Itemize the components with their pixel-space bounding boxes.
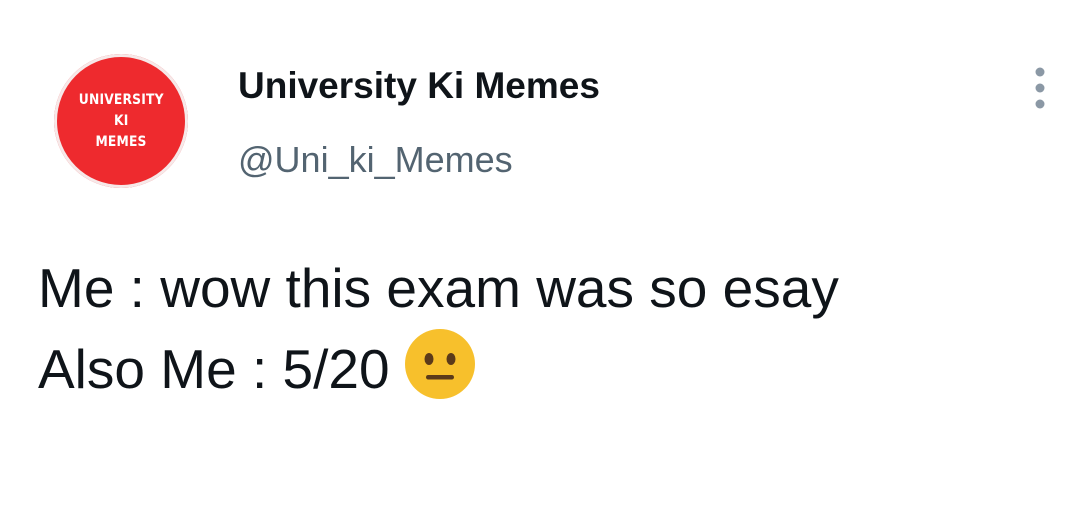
avatar-text-line-1: UNIVERSITY [78,91,164,108]
tweet-line-2: Also Me : 5/20 [38,338,390,400]
tweet-text: Me : wow this exam was so esay Also Me :… [38,249,1048,409]
more-vertical-icon [1035,67,1045,109]
avatar[interactable]: UNIVERSITY KI MEMES [54,54,188,188]
display-name[interactable]: University Ki Memes [238,63,600,109]
tweet-line-1: Me : wow this exam was so esay [38,257,839,319]
tweet-line-2-wrapper: Also Me : 5/20 [38,328,1048,409]
tweet-card: UNIVERSITY KI MEMES University Ki Memes … [0,0,1080,517]
user-handle[interactable]: @Uni_ki_Memes [238,137,513,183]
more-options-button[interactable] [1022,58,1058,118]
avatar-text-line-3: MEMES [95,133,147,150]
avatar-text-line-2: KI [113,112,129,129]
neutral-face-icon [404,329,475,399]
